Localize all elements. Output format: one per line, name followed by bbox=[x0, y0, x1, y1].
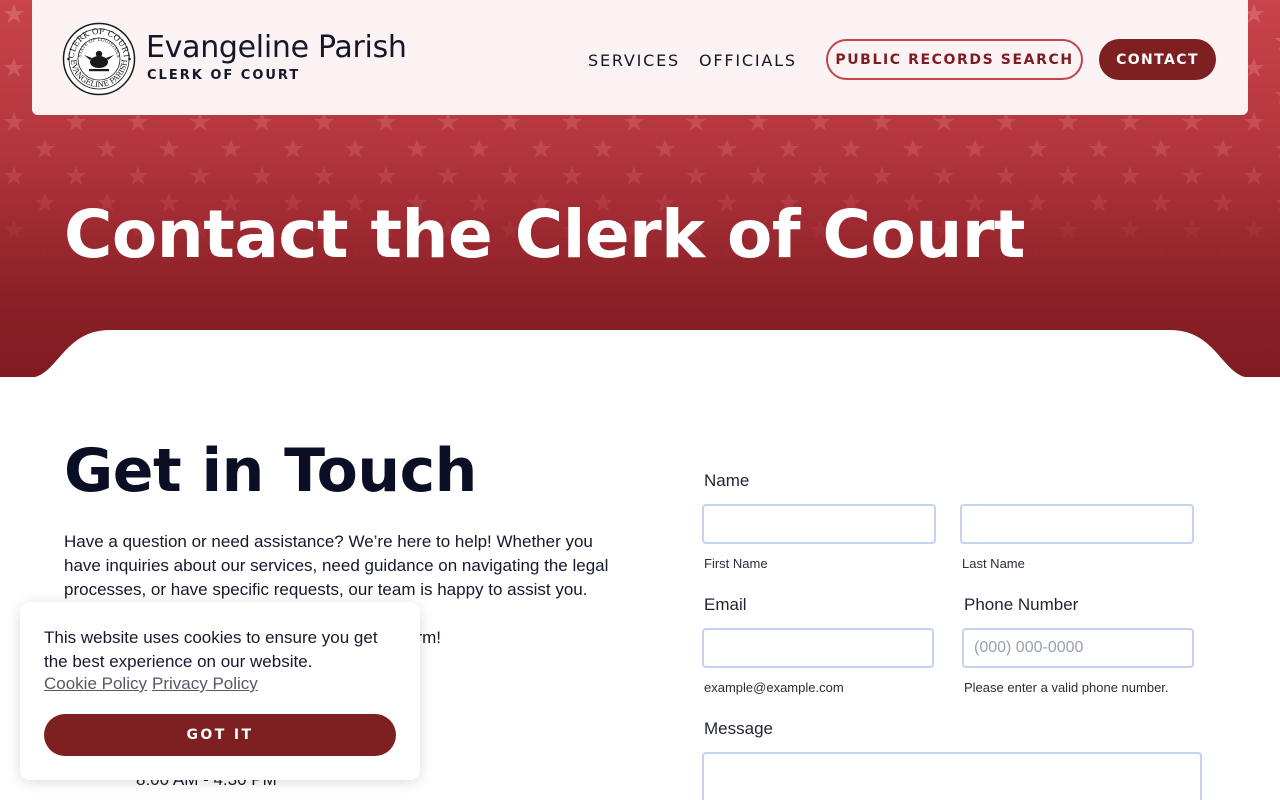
nav-services[interactable]: SERVICES bbox=[588, 51, 680, 70]
phone-input[interactable] bbox=[962, 628, 1194, 668]
first-name-input[interactable] bbox=[702, 504, 936, 544]
message-textarea[interactable] bbox=[702, 752, 1202, 800]
brand-subtitle: CLERK OF COURT bbox=[147, 68, 301, 83]
first-name-sublabel: First Name bbox=[704, 556, 768, 571]
parish-seal-logo[interactable]: CLERK OF COURT EVANGELINE PARISH STATE O… bbox=[62, 22, 136, 96]
last-name-input[interactable] bbox=[960, 504, 1194, 544]
brand-name[interactable]: Evangeline Parish bbox=[146, 30, 407, 65]
name-label: Name bbox=[704, 471, 750, 490]
email-input[interactable] bbox=[702, 628, 934, 668]
public-records-search-button[interactable]: PUBLIC RECORDS SEARCH bbox=[826, 39, 1083, 80]
page-title: Get in Touch bbox=[64, 436, 477, 506]
hero-curve-divider bbox=[35, 330, 1245, 377]
cookie-banner: This website uses cookies to ensure you … bbox=[20, 602, 420, 780]
last-name-sublabel: Last Name bbox=[962, 556, 1025, 571]
email-label: Email bbox=[704, 595, 747, 614]
email-sublabel: example@example.com bbox=[704, 680, 844, 695]
cookie-accept-button[interactable]: GOT IT bbox=[44, 714, 396, 756]
nav-officials[interactable]: OFFICIALS bbox=[699, 51, 797, 70]
phone-sublabel: Please enter a valid phone number. bbox=[964, 680, 1169, 695]
cookie-message: This website uses cookies to ensure you … bbox=[44, 628, 378, 671]
hero-title: Contact the Clerk of Court bbox=[64, 196, 1025, 273]
site-header: CLERK OF COURT EVANGELINE PARISH STATE O… bbox=[32, 0, 1248, 115]
phone-label: Phone Number bbox=[964, 595, 1079, 614]
message-label: Message bbox=[704, 719, 773, 738]
privacy-policy-link[interactable]: Privacy Policy bbox=[152, 674, 258, 694]
cookie-policy-link[interactable]: Cookie Policy bbox=[44, 674, 147, 694]
contact-button[interactable]: CONTACT bbox=[1099, 39, 1216, 80]
